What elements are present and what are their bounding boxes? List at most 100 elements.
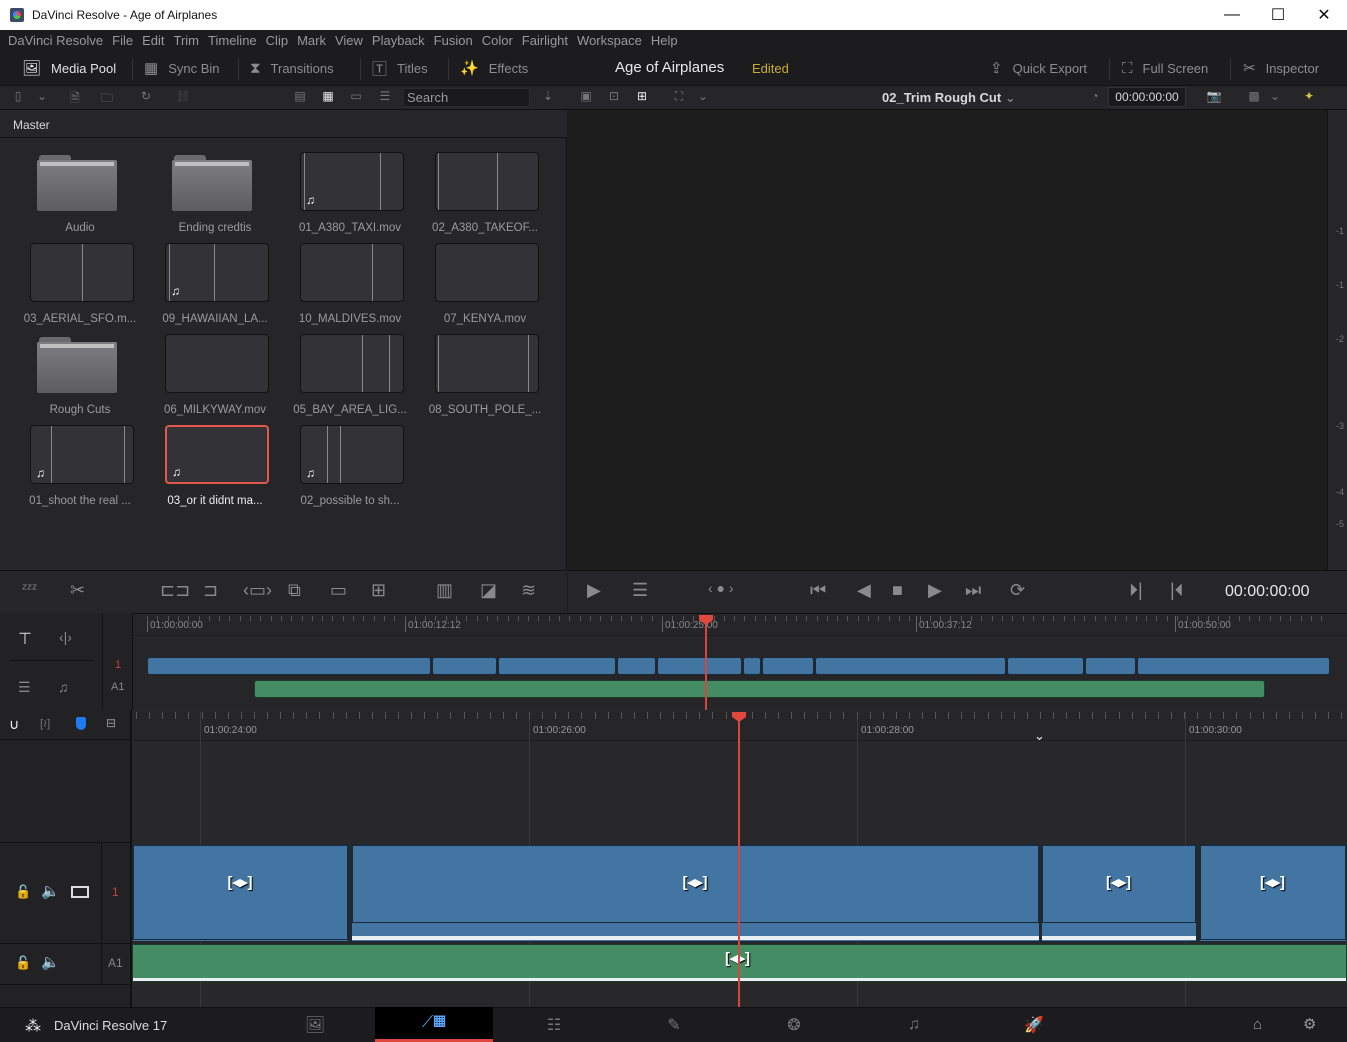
video-clip[interactable] (617, 657, 656, 675)
play-icon[interactable]: ▶ (928, 580, 942, 601)
page-cut-icon[interactable]: ⟋▦ (375, 1007, 493, 1042)
thumbnail-view-icon[interactable]: ▦ (319, 89, 337, 105)
media-pool-item[interactable]: 10_MALDIVES.mov (295, 243, 405, 333)
skip-to-start-icon[interactable]: ⏮ (810, 580, 826, 601)
page-fairlight-icon[interactable]: ♫ (855, 1007, 973, 1042)
snapping-magnet-icon[interactable]: ∪ (9, 716, 19, 733)
clip-thumbnail[interactable] (435, 243, 539, 302)
loop-icon[interactable]: ⟳ (1010, 580, 1025, 601)
media-pool-item[interactable]: 06_MILKYWAY.mov (160, 334, 270, 424)
menu-color[interactable]: Color (482, 33, 513, 48)
append-icon[interactable]: ⊐ (203, 580, 218, 601)
upper-playhead[interactable] (705, 617, 707, 710)
clip-thumbnail[interactable] (435, 334, 539, 393)
play-clip-icon[interactable]: ▶ (587, 580, 601, 601)
clip-thumbnail[interactable] (30, 243, 134, 302)
smart-insert-icon[interactable]: ⊏⊐ (160, 580, 190, 601)
page-edit-icon[interactable]: ☷ (495, 1007, 613, 1042)
chevron-down-icon[interactable]: ⌄ (1034, 728, 1045, 744)
menu-davinci-resolve[interactable]: DaVinci Resolve (8, 33, 103, 48)
media-pool-item[interactable]: ♫ 09_HAWAIIAN_LA... (160, 243, 270, 333)
menu-view[interactable]: View (335, 33, 363, 48)
page-fusion-icon[interactable]: ✎ (615, 1007, 733, 1042)
skip-to-end-icon[interactable]: ⏭ (965, 580, 981, 601)
menu-help[interactable]: Help (651, 33, 678, 48)
cut-transition-icon[interactable]: ≋ (521, 580, 536, 601)
video-clip[interactable] (657, 657, 742, 675)
video-audio-toggle-speaker-icon[interactable]: 🔈 (41, 882, 60, 900)
clip-thumbnail[interactable]: ♫ (300, 152, 404, 211)
video-clip[interactable]: [◂▸] (1041, 844, 1197, 942)
page-color-icon[interactable]: ❂ (735, 1007, 853, 1042)
sort-icon[interactable]: ⇣ (539, 89, 557, 105)
media-pool-item[interactable]: 03_AERIAL_SFO.m... (24, 243, 136, 333)
video-clip[interactable] (147, 657, 431, 675)
list-view-icon[interactable]: ☰ (376, 89, 394, 105)
panel-layout-icon[interactable]: ▯ (9, 89, 27, 105)
track-video-options-icon[interactable]: ☰ (18, 679, 31, 696)
clip-thumbnail[interactable]: ♫ (165, 243, 269, 302)
effects-button[interactable]: ✨ Effects (460, 50, 528, 86)
titles-button[interactable]: 🅃 Titles (372, 50, 428, 86)
clip-thumbnail[interactable] (300, 334, 404, 393)
media-pool-item[interactable]: ♫ 02_possible to sh... (295, 425, 405, 515)
menu-fairlight[interactable]: Fairlight (522, 33, 568, 48)
search-input[interactable]: Search (403, 88, 530, 107)
clip-thumbnail[interactable] (300, 243, 404, 302)
smooth-cut-icon[interactable]: ◪ (480, 580, 497, 601)
unlink-icon[interactable]: ⛓ (174, 89, 192, 105)
media-pool-item[interactable]: ♫ 01_A380_TAXI.mov (295, 152, 405, 242)
trim-handle-icon[interactable]: [◂▸] (683, 873, 708, 891)
page-media-icon[interactable]: 🖼 (256, 1007, 374, 1042)
inspector-button[interactable]: ✂ Inspector (1243, 50, 1319, 86)
viewer-overlay-icon[interactable]: ▩ (1245, 89, 1263, 105)
video-clip[interactable] (1085, 657, 1136, 675)
media-pool-item[interactable]: Audio (25, 152, 135, 242)
marker-flag-icon[interactable] (76, 717, 86, 730)
media-pool-item[interactable]: ♫ 03_or it didnt ma... (160, 425, 270, 515)
video-clip[interactable]: [◂▸] (351, 844, 1040, 942)
video-clip[interactable] (432, 657, 497, 675)
relink-icon[interactable]: ↻ (137, 89, 155, 105)
source-viewer-icon[interactable]: ▣ (577, 89, 595, 105)
viewer-options-chevron-icon[interactable]: ⌄ (694, 89, 712, 105)
clip-thumbnail[interactable]: ♫ (300, 425, 404, 484)
media-pool-item[interactable]: ♫ 01_shoot the real ... (25, 425, 135, 515)
video-clip[interactable] (498, 657, 616, 675)
clip-thumbnail[interactable] (165, 334, 269, 393)
filmstrip-view-icon[interactable]: ▭ (347, 89, 365, 105)
menu-workspace[interactable]: Workspace (577, 33, 642, 48)
import-folder-icon[interactable]: 🗀 (98, 89, 116, 105)
play-reverse-icon[interactable]: ◀ (857, 580, 871, 601)
clip-thumbnail[interactable]: ♫ (165, 425, 269, 484)
lock-audio-track-icon[interactable]: 🔓 (15, 955, 31, 971)
place-on-top-icon[interactable]: ▭ (330, 580, 347, 601)
video-clip[interactable] (815, 657, 1006, 675)
minimize-button[interactable]: — (1209, 0, 1255, 30)
media-pool-item[interactable]: Ending credtis (160, 152, 270, 242)
menu-mark[interactable]: Mark (297, 33, 326, 48)
page-deliver-icon[interactable]: 🚀 (975, 1007, 1093, 1042)
menu-timeline[interactable]: Timeline (208, 33, 257, 48)
lock-video-track-icon[interactable]: 🔓 (15, 884, 31, 900)
clip-thumbnail[interactable]: ♫ (30, 425, 134, 484)
video-clip[interactable] (1007, 657, 1084, 675)
import-media-icon[interactable]: 🗎 (66, 89, 84, 105)
menu-file[interactable]: File (112, 33, 133, 48)
video-clip[interactable]: [◂▸] (132, 844, 349, 942)
prev-next-marker-icon[interactable]: ‹ ● › (708, 580, 734, 596)
media-pool-item[interactable]: 02_A380_TAKEOF... (430, 152, 540, 242)
trim-handle-icon[interactable]: [◂▸] (1260, 873, 1285, 891)
video-clip[interactable] (762, 657, 814, 675)
viewer-timecode-input[interactable]: 00:00:00:00 (1108, 87, 1186, 107)
timeline-options-icon[interactable]: ⊟ (106, 716, 116, 730)
maximize-button[interactable]: ☐ (1255, 0, 1301, 30)
close-button[interactable]: ✕ (1301, 0, 1347, 30)
trim-handle-icon[interactable]: [◂▸] (228, 873, 253, 891)
timeline-selector[interactable]: 02_Trim Rough Cut ⌄ (882, 90, 1016, 106)
media-pool-item[interactable]: Rough Cuts (25, 334, 135, 424)
menu-trim[interactable]: Trim (174, 33, 200, 48)
clip-thumbnail[interactable] (435, 152, 539, 211)
video-clip[interactable] (743, 657, 761, 675)
go-to-out-icon[interactable]: ⏵| (1129, 580, 1143, 601)
